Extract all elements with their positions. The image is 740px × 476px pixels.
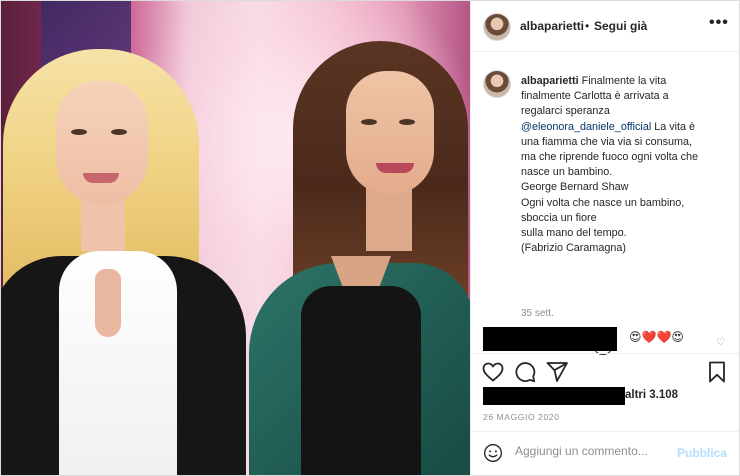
share-icon[interactable]: [545, 360, 569, 384]
username-link[interactable]: albaparietti: [520, 19, 584, 33]
post-date[interactable]: 26 MAGGIO 2020: [483, 412, 559, 422]
caption-avatar[interactable]: [483, 70, 511, 98]
avatar[interactable]: [483, 13, 511, 41]
likes-count-link[interactable]: altri 3.108: [625, 389, 678, 401]
comment-input[interactable]: [515, 444, 665, 458]
left-person-eye: [71, 129, 87, 135]
left-person-eye: [111, 129, 127, 135]
caption-line: ma che riprende fuoco ogni volta che: [521, 151, 699, 164]
heart-icon[interactable]: [481, 360, 505, 384]
instagram-post: albaparietti • Segui già ••• albapariett…: [0, 0, 740, 476]
post-header: albaparietti • Segui già •••: [471, 1, 739, 52]
right-person-top: [301, 286, 421, 475]
right-person-face: [346, 71, 434, 195]
caption-line: sulla mano del tempo.: [521, 227, 627, 240]
comment-icon[interactable]: [513, 360, 537, 384]
caption-line: La vita è: [651, 120, 696, 133]
caption-line: regalarci speranza: [521, 105, 610, 118]
right-person-eye: [399, 119, 415, 125]
like-comment-icon[interactable]: ♡: [716, 337, 725, 348]
action-bar: [471, 353, 739, 388]
caption-line: George Bernard Shaw: [521, 181, 629, 194]
left-person-neckline: [95, 269, 121, 337]
left-person-face: [56, 81, 148, 205]
comment-emojis: 😍❤️❤️😍: [629, 330, 684, 344]
caption-username-link[interactable]: albaparietti: [521, 75, 579, 87]
caption-line: sboccia un fiore: [521, 211, 597, 224]
separator-dot: •: [585, 19, 590, 33]
caption-line: Ogni volta che nasce un bambino,: [521, 196, 685, 209]
caption-line: una fiamma che via via si consuma,: [521, 135, 693, 148]
publish-button[interactable]: Pubblica: [677, 446, 727, 460]
caption-line: finalmente Carlotta è arrivata a: [521, 90, 669, 103]
caption-line: nasce un bambino.: [521, 166, 613, 179]
caption-section: albaparietti Finalmente la vita finalmen…: [471, 52, 739, 355]
post-photo[interactable]: [1, 1, 470, 475]
bookmark-icon[interactable]: [705, 360, 729, 384]
add-comment-bar: Pubblica: [471, 431, 739, 475]
caption-text: albaparietti Finalmente la vita finalmen…: [521, 74, 733, 256]
smile-icon[interactable]: [483, 443, 503, 463]
follow-button[interactable]: Segui già: [594, 19, 647, 33]
caption-line: Finalmente la vita: [581, 75, 667, 87]
more-options-icon[interactable]: •••: [709, 14, 729, 32]
post-age[interactable]: 35 sett.: [521, 308, 554, 319]
caption-line: (Fabrizio Caramagna): [521, 242, 627, 255]
redacted-comment: [483, 327, 617, 351]
likes-row: altri 3.108: [483, 387, 733, 407]
mention-link[interactable]: @eleonora_daniele_official: [521, 121, 651, 133]
right-person-mouth: [376, 163, 414, 173]
post-sidebar: albaparietti • Segui già ••• albapariett…: [470, 1, 739, 475]
left-person-mouth: [83, 173, 119, 183]
comment-row: 😍❤️❤️😍 ♡: [483, 327, 733, 351]
redacted-likers: [483, 387, 625, 405]
right-person-eye: [361, 119, 377, 125]
